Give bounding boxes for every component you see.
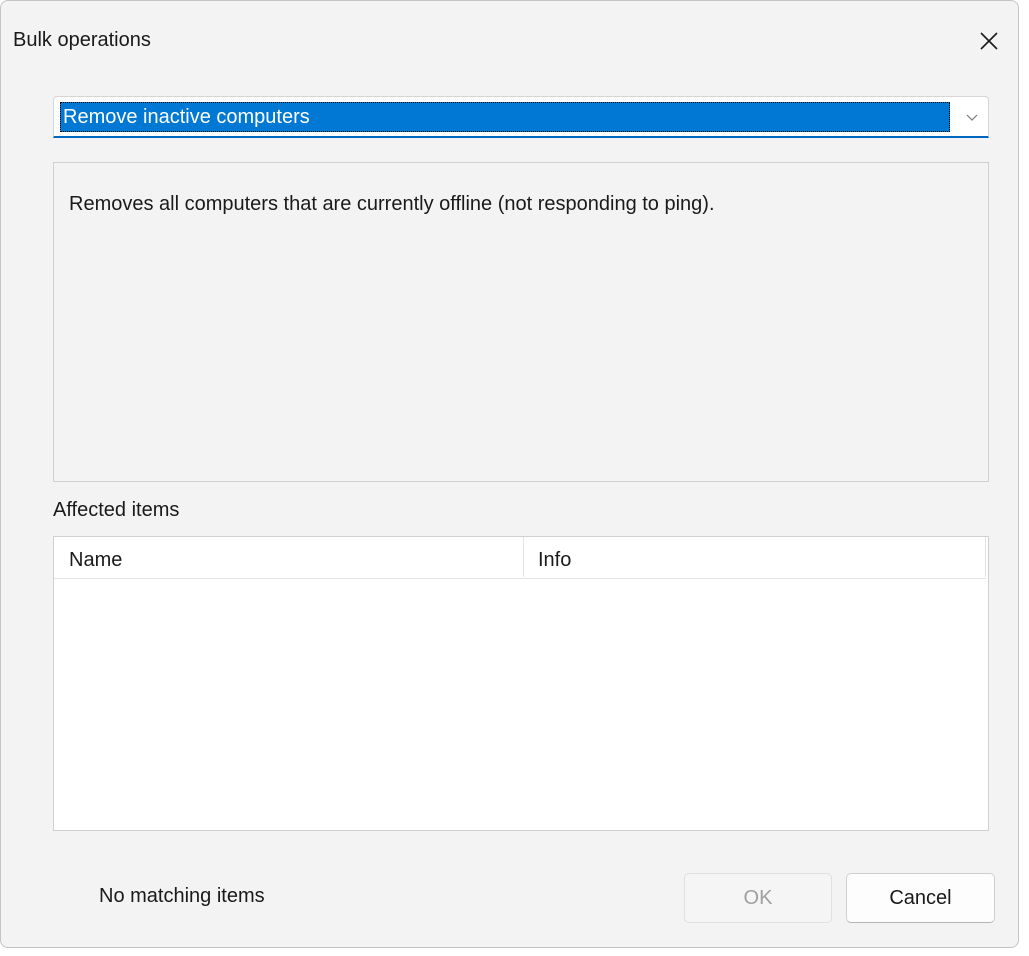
dialog-title: Bulk operations (13, 29, 151, 51)
cancel-button[interactable]: Cancel (846, 873, 995, 923)
close-button[interactable] (967, 21, 1011, 61)
close-icon (980, 32, 998, 50)
chevron-down-icon (966, 114, 978, 121)
list-header: Name Info (54, 537, 986, 579)
affected-items-label: Affected items (53, 499, 180, 521)
ok-button[interactable]: OK (684, 873, 832, 923)
column-header-info[interactable]: Info (524, 537, 986, 577)
status-text: No matching items (99, 885, 265, 907)
operation-description: Removes all computers that are currently… (69, 193, 715, 215)
affected-items-list[interactable]: Name Info (53, 536, 989, 831)
bulk-operations-dialog: Bulk operations Remove inactive computer… (0, 0, 1019, 948)
operation-dropdown[interactable]: Remove inactive computers (53, 96, 989, 138)
column-header-name[interactable]: Name (54, 537, 524, 577)
operation-description-panel: Removes all computers that are currently… (53, 162, 989, 482)
operation-dropdown-value: Remove inactive computers (60, 102, 950, 132)
